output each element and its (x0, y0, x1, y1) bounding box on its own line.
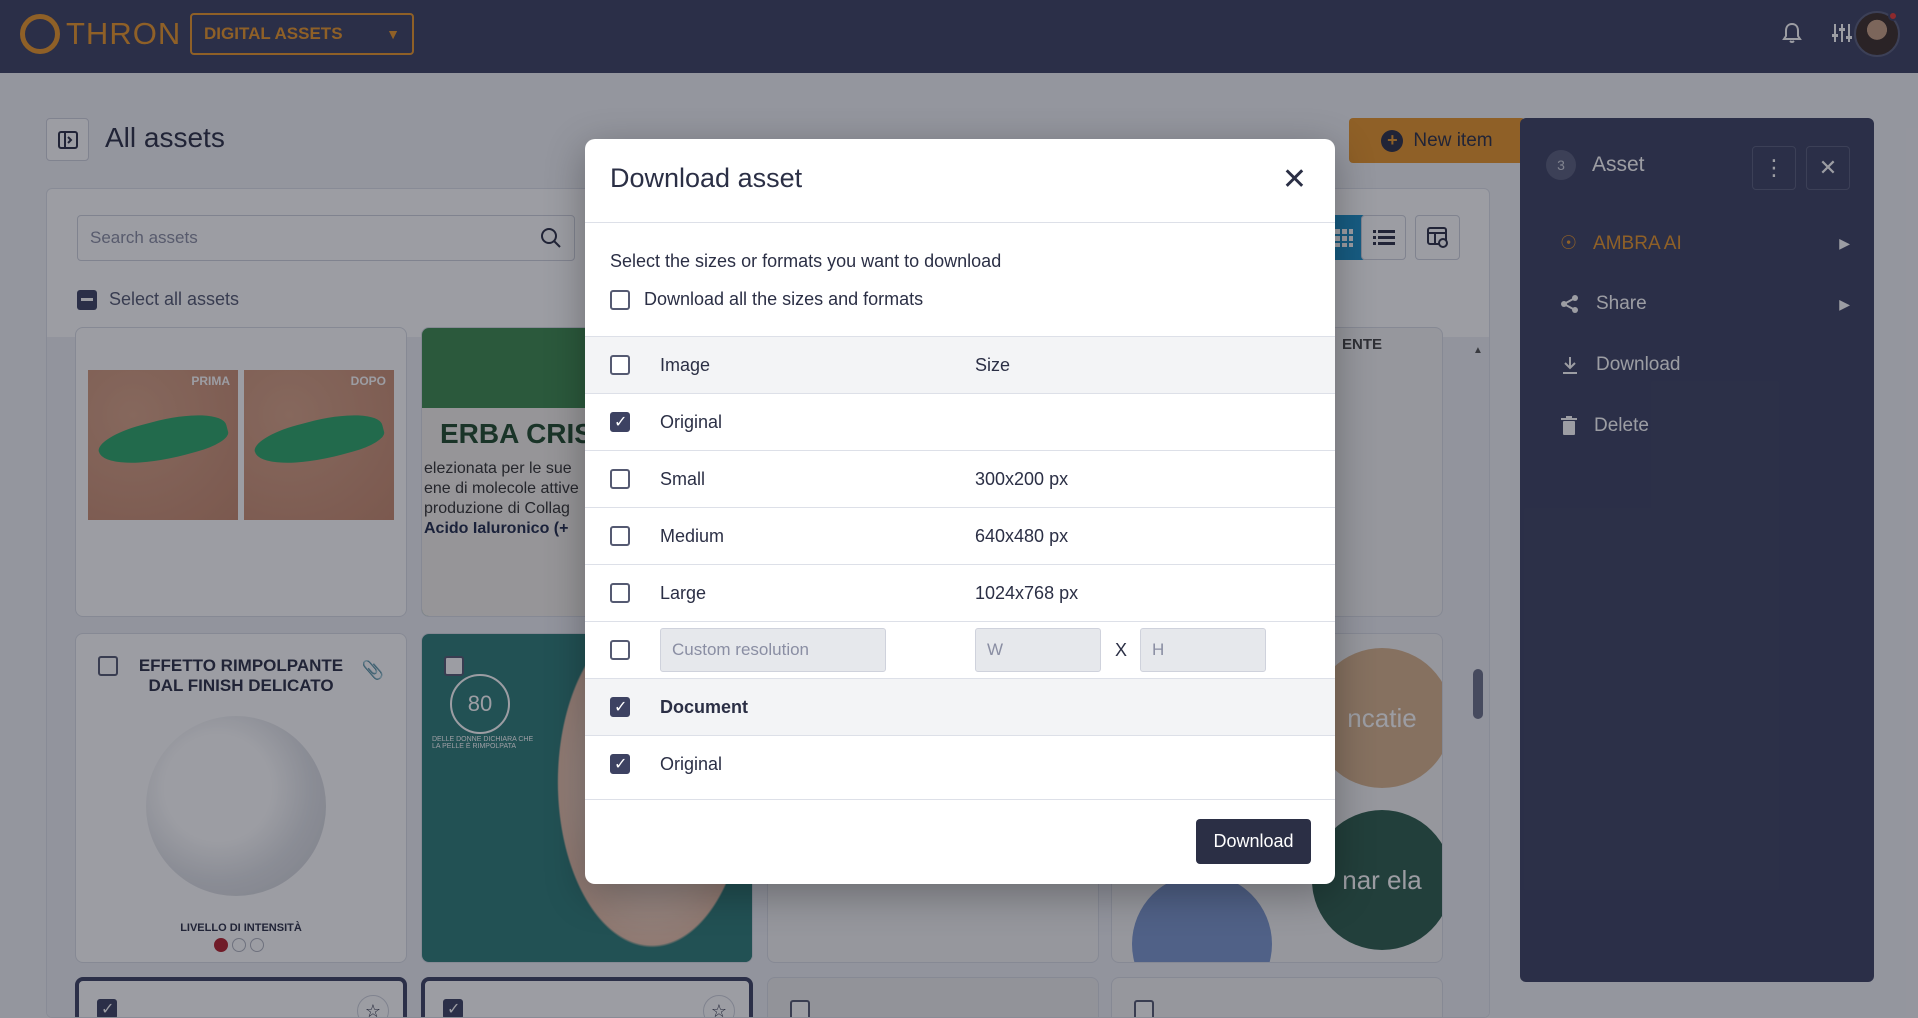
size-value: 300x200 px (975, 468, 1069, 489)
image-column-header: Image (660, 354, 711, 375)
document-column-header: Document (660, 696, 749, 717)
image-header-row: Image Size (585, 336, 1335, 393)
image-large-checkbox[interactable] (610, 583, 630, 603)
image-small-checkbox[interactable] (610, 469, 630, 489)
size-column-header: Size (975, 354, 1011, 375)
image-custom-checkbox[interactable] (610, 640, 630, 660)
dimension-separator: X (1115, 639, 1128, 660)
document-header-row: Document (585, 678, 1335, 735)
download-asset-dialog: Download asset ✕ Select the sizes or for… (585, 139, 1335, 884)
image-row-large[interactable]: Large 1024x768 px (585, 564, 1335, 621)
custom-resolution-placeholder: Custom resolution (672, 640, 810, 659)
image-select-all-checkbox[interactable] (610, 355, 630, 375)
image-row-original[interactable]: Original (585, 393, 1335, 450)
divider (585, 222, 1335, 223)
size-label: Medium (660, 525, 725, 546)
image-row-small[interactable]: Small 300x200 px (585, 450, 1335, 507)
document-original-checkbox[interactable] (610, 754, 630, 774)
size-label: Large (660, 582, 707, 603)
dialog-footer: Download (585, 799, 1335, 884)
size-label: Original (660, 753, 723, 774)
document-row-original[interactable]: Original (585, 735, 1335, 792)
width-placeholder: W (987, 640, 1004, 659)
height-placeholder: H (1152, 640, 1165, 659)
dialog-title: Download asset (610, 163, 803, 193)
image-original-checkbox[interactable] (610, 412, 630, 432)
dialog-instruction: Select the sizes or formats you want to … (610, 251, 1002, 271)
download-button[interactable]: Download (1196, 819, 1311, 864)
close-icon[interactable]: ✕ (1282, 165, 1307, 195)
custom-resolution-field[interactable]: Custom resolution (660, 628, 886, 672)
image-row-custom[interactable]: Custom resolution W X H (585, 621, 1335, 678)
size-label: Small (660, 468, 706, 489)
image-medium-checkbox[interactable] (610, 526, 630, 546)
height-field[interactable]: H (1140, 628, 1266, 672)
download-all-option[interactable]: Download all the sizes and formats (610, 289, 923, 310)
size-value: 640x480 px (975, 525, 1069, 546)
download-all-checkbox[interactable] (610, 289, 630, 310)
download-all-label: Download all the sizes and formats (644, 289, 924, 309)
size-value: 1024x768 px (975, 582, 1079, 603)
image-row-medium[interactable]: Medium 640x480 px (585, 507, 1335, 564)
width-field[interactable]: W (975, 628, 1101, 672)
size-label: Original (660, 411, 723, 432)
document-select-all-checkbox[interactable] (610, 697, 630, 717)
